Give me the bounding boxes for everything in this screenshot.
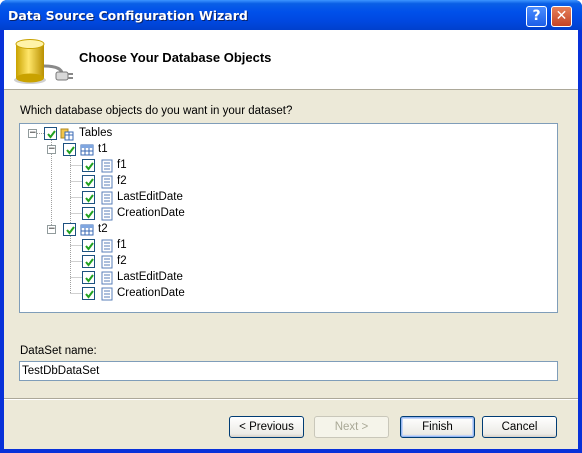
wizard-window: Data Source Configuration Wizard ? ✕ Cho…: [0, 0, 582, 453]
column-checkbox[interactable]: [82, 159, 95, 172]
tree-node-column: f1: [20, 239, 220, 253]
tree-node-table: − t1: [20, 143, 160, 157]
column-checkbox[interactable]: [82, 255, 95, 268]
column-checkbox[interactable]: [82, 239, 95, 252]
wizard-header: Choose Your Database Objects: [4, 30, 578, 90]
check-mark-icon: [85, 194, 94, 203]
table-grid-icon: [80, 144, 94, 156]
column-field-icon: [101, 175, 113, 189]
objects-prompt: Which database objects do you want in yo…: [20, 105, 293, 117]
check-mark-icon: [85, 242, 94, 251]
database-plug-icon: [14, 39, 73, 84]
tree-label-column: f1: [117, 239, 127, 251]
column-field-icon: [101, 255, 113, 269]
tree-label-column: f2: [117, 175, 127, 187]
check-mark-icon: [85, 274, 94, 283]
tree-node-table: − t2: [20, 223, 160, 237]
column-field-icon: [101, 207, 113, 221]
dataset-name-input[interactable]: [19, 361, 558, 381]
tree-label-column: f1: [117, 159, 127, 171]
tree-label-tables: Tables: [79, 127, 113, 139]
tree-label-column: LastEditDate: [117, 271, 183, 283]
dataset-name-label: DataSet name:: [20, 345, 97, 357]
check-mark-icon: [85, 258, 94, 267]
tree-label-t2: t2: [98, 223, 108, 235]
help-button[interactable]: ?: [526, 6, 547, 27]
page-title: Choose Your Database Objects: [79, 50, 272, 65]
column-checkbox[interactable]: [82, 207, 95, 220]
t2-checkbox[interactable]: [63, 223, 76, 236]
column-field-icon: [101, 271, 113, 285]
tree-node-column: LastEditDate: [20, 271, 220, 285]
check-mark-icon: [85, 210, 94, 219]
tables-folder-icon: [60, 128, 74, 141]
t1-checkbox[interactable]: [63, 143, 76, 156]
tables-checkbox[interactable]: [44, 127, 57, 140]
tree-node-tables: − Tables: [20, 127, 160, 141]
title-bar[interactable]: Data Source Configuration Wizard ? ✕: [0, 0, 582, 30]
check-mark-icon: [85, 178, 94, 187]
column-checkbox[interactable]: [82, 271, 95, 284]
tree-node-column: f2: [20, 255, 220, 269]
tree-node-column: CreationDate: [20, 287, 220, 301]
column-field-icon: [101, 287, 113, 301]
database-objects-tree[interactable]: − Tables − t1 f1 f2 LastEditDate Creatio…: [19, 123, 558, 313]
tree-node-column: LastEditDate: [20, 191, 220, 205]
finish-button[interactable]: Finish: [400, 416, 475, 438]
column-checkbox[interactable]: [82, 175, 95, 188]
check-mark-icon: [85, 290, 94, 299]
tree-label-column: CreationDate: [117, 207, 185, 219]
next-button[interactable]: Next >: [314, 416, 389, 438]
tree-label-t1: t1: [98, 143, 108, 155]
check-mark-icon: [66, 146, 75, 155]
close-button[interactable]: ✕: [551, 6, 572, 27]
check-mark-icon: [66, 226, 75, 235]
tree-node-column: f1: [20, 159, 220, 173]
dialog-client-area: Choose Your Database Objects Which datab…: [4, 30, 578, 449]
tree-label-column: f2: [117, 255, 127, 267]
tree-node-column: CreationDate: [20, 207, 220, 221]
column-field-icon: [101, 191, 113, 205]
check-mark-icon: [85, 162, 94, 171]
table-grid-icon: [80, 224, 94, 236]
column-field-icon: [101, 159, 113, 173]
tree-label-column: CreationDate: [117, 287, 185, 299]
collapse-toggle-tables[interactable]: −: [28, 129, 37, 138]
collapse-toggle-t1[interactable]: −: [47, 145, 56, 154]
check-mark-icon: [47, 130, 56, 139]
previous-button[interactable]: < Previous: [229, 416, 304, 438]
tree-label-column: LastEditDate: [117, 191, 183, 203]
column-field-icon: [101, 239, 113, 253]
footer-divider: [4, 398, 578, 400]
column-checkbox[interactable]: [82, 287, 95, 300]
cancel-button[interactable]: Cancel: [482, 416, 557, 438]
collapse-toggle-t2[interactable]: −: [47, 225, 56, 234]
tree-node-column: f2: [20, 175, 220, 189]
column-checkbox[interactable]: [82, 191, 95, 204]
window-title: Data Source Configuration Wizard: [8, 8, 248, 23]
